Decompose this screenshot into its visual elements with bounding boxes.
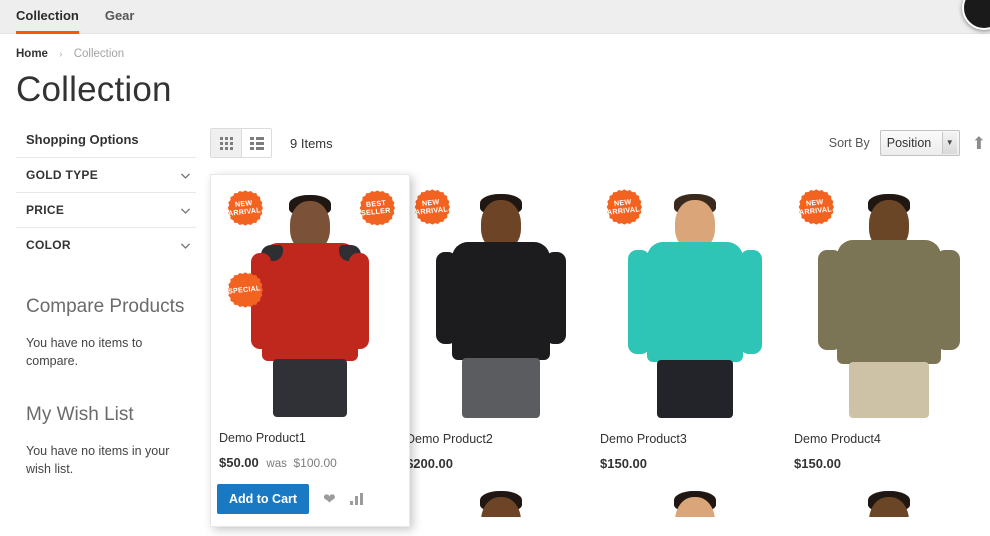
product-badge-new-arrival-line2: ARRIVAL [414,204,448,217]
sidebar: Shopping Options GOLD TYPE PRICE COLOR C… [16,128,210,517]
product-card[interactable]: NEW ARRIVAL BEST SELLER SPECIAL Demo Pro… [210,174,410,527]
product-name[interactable]: Demo Product3 [600,432,792,446]
select-arrows-icon: ▼ [941,132,957,154]
wishlist-block: My Wish List You have no items in your w… [16,404,196,478]
view-mode-list[interactable] [241,129,271,157]
product-image[interactable] [792,477,986,517]
product-image[interactable]: NEW ARRIVAL [792,180,986,418]
sidebar-filter-price-label: PRICE [26,203,65,217]
product-name[interactable]: Demo Product2 [406,432,598,446]
product-actions: Add to Cart ❤ [217,484,403,514]
product-price-final: $50.00 [219,455,259,470]
chevron-down-icon [180,242,191,249]
nav-tab-collection[interactable]: Collection [16,0,93,34]
product-photo-model [792,477,986,517]
page-title: Collection [16,70,172,109]
product-price: $150.00 [600,456,792,471]
product-image[interactable] [598,477,792,517]
breadcrumb-current: Collection [73,48,125,60]
sort-direction-button[interactable]: ⬆ [972,135,986,152]
product-badge-new-arrival-line2: ARRIVAL [227,205,261,218]
product-card-hover-panel[interactable]: NEW ARRIVAL BEST SELLER SPECIAL Demo Pro… [210,174,410,527]
product-price-old: $100.00 [293,456,337,470]
product-card[interactable]: NEW ARRIVAL Demo Product3 $150.00 [598,174,792,471]
product-card[interactable]: NEW ARRIVAL Demo Product4 $150.00 [792,174,986,471]
product-price: $200.00 [406,456,598,471]
grid-icon [219,136,233,150]
sidebar-filter-color-label: COLOR [26,238,71,252]
product-list-area: 9 Items Sort By Position ▼ ⬆ NEW ARRIVAL… [210,128,990,527]
product-name[interactable]: Demo Product4 [794,432,986,446]
product-image[interactable]: NEW ARRIVAL BEST SELLER SPECIAL [217,181,403,417]
product-badge-special-line1: SPECIAL [227,283,261,296]
product-card[interactable] [404,471,598,517]
product-card[interactable] [792,471,986,517]
product-image[interactable]: NEW ARRIVAL [598,180,792,418]
view-mode-switcher [210,128,272,158]
product-photo-model [404,477,598,517]
nav-tab-collection-label: Collection [16,8,79,23]
shopping-options-heading: Shopping Options [26,132,139,147]
top-navigation: Collection Gear [0,0,990,34]
chevron-down-icon [180,207,191,214]
product-badge-new-arrival-line2: ARRIVAL [606,204,640,217]
sort-by-label: Sort By [828,136,870,150]
view-mode-grid[interactable] [211,129,241,157]
product-price: $50.00 was $100.00 [219,455,403,470]
product-price: $150.00 [794,456,986,471]
list-icon [249,136,264,150]
breadcrumb-home-link[interactable]: Home [16,48,48,60]
nav-tab-gear[interactable]: Gear [105,0,149,32]
sort-controls: Sort By Position ▼ ⬆ [829,130,986,156]
compare-products-block: Compare Products You have no items to co… [16,296,196,370]
product-price-final: $150.00 [600,456,647,471]
sidebar-filter-gold-type[interactable]: GOLD TYPE [16,157,196,192]
sidebar-filter-gold-type-label: GOLD TYPE [26,168,99,182]
product-card[interactable]: NEW ARRIVAL Demo Product2 $200.00 [404,174,598,471]
heart-icon[interactable]: ❤ [323,492,336,507]
product-toolbar: 9 Items Sort By Position ▼ ⬆ [210,128,990,158]
wishlist-empty-text: You have no items in your wish list. [26,444,170,477]
cursor-overlay-circle [962,0,990,30]
breadcrumb: Home › Collection [0,34,990,60]
compare-products-heading: Compare Products [26,296,185,317]
wishlist-heading: My Wish List [26,404,134,426]
product-image[interactable] [404,477,598,517]
product-image[interactable]: NEW ARRIVAL [404,180,598,418]
product-price-was-label: was [266,458,287,470]
compare-icon[interactable] [349,493,363,505]
product-card[interactable] [598,471,792,517]
product-badge-best-seller-line2: SELLER [360,205,392,218]
breadcrumb-separator-icon: › [59,49,63,60]
chevron-down-icon [180,172,191,179]
item-count: 9 Items [290,135,333,151]
product-photo-model [598,477,792,517]
product-price-final: $150.00 [794,456,841,471]
sidebar-filter-color[interactable]: COLOR [16,227,196,262]
sort-by-select[interactable]: Position ▼ [879,130,960,156]
product-grid: NEW ARRIVAL BEST SELLER SPECIAL Demo Pro… [210,174,990,527]
product-name[interactable]: Demo Product1 [219,431,403,445]
product-badge-new-arrival-line2: ARRIVAL [798,204,832,217]
product-price-final: $200.00 [406,456,453,471]
add-to-cart-button[interactable]: Add to Cart [217,484,310,514]
nav-tab-gear-label: Gear [104,8,135,23]
compare-products-empty-text: You have no items to compare. [26,336,143,369]
sort-by-value: Position [886,136,932,150]
sidebar-filter-price[interactable]: PRICE [16,192,196,227]
